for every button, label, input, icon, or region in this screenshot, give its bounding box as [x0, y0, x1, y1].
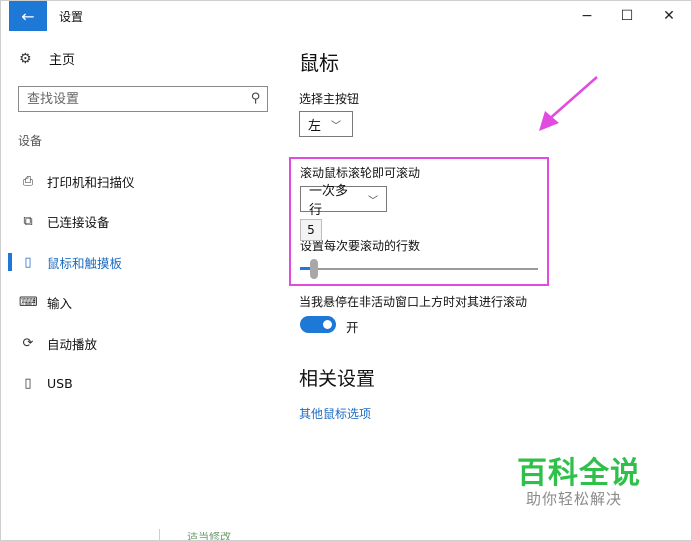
sidebar-item-label: 鼠标和触摸板 [47, 255, 123, 271]
sidebar: ⚙ 主页 ⚲ 设备 ⎙ 打印机和扫描仪 ⧉ 已连接设备 ▯ 鼠标和触摸板 ⌨ 输… [1, 31, 286, 540]
toggle-state-label: 开 [346, 320, 359, 335]
sidebar-home[interactable]: ⚙ 主页 [19, 49, 76, 69]
dropdown-value: 一次多行 [309, 184, 349, 218]
usb-icon: ▯ [24, 375, 32, 391]
related-settings-title: 相关设置 [299, 368, 376, 390]
annotation-arrow-icon [539, 76, 598, 131]
chevron-down-icon: ﹀ [331, 120, 342, 132]
mouse-icon: ▯ [24, 254, 32, 270]
close-icon: ✕ [663, 8, 675, 24]
search-input[interactable] [19, 87, 245, 111]
maximize-button[interactable]: ☐ [607, 1, 647, 31]
primary-button-label: 选择主按钮 [299, 92, 360, 106]
active-indicator [8, 253, 12, 271]
back-button[interactable]: ← [9, 1, 47, 31]
sidebar-item-usb[interactable]: ▯ USB [1, 365, 286, 401]
maximize-icon: ☐ [620, 8, 634, 24]
minimize-button[interactable]: − [567, 1, 607, 31]
search-box: ⚲ [18, 86, 268, 112]
bottom-partial-text: 适当修改 [187, 532, 231, 541]
inactive-scroll-label: 当我悬停在非活动窗口上方时对其进行滚动 [299, 295, 528, 309]
search-icon[interactable]: ⚲ [251, 91, 261, 106]
primary-button-dropdown[interactable]: 左 ﹀ [299, 111, 353, 137]
sidebar-item-label: 已连接设备 [47, 214, 110, 230]
slider-value-tooltip: 5 [300, 219, 322, 241]
keyboard-icon: ⌨ [19, 294, 38, 310]
scroll-mode-dropdown[interactable]: 一次多行 ﹀ [300, 184, 387, 218]
connected-devices-icon: ⧉ [23, 213, 33, 229]
sidebar-item-label: 打印机和扫描仪 [47, 174, 135, 190]
chevron-down-icon: ﹀ [368, 195, 378, 207]
watermark-subtitle: 助你轻松解决 [526, 490, 623, 508]
sidebar-item-printers[interactable]: ⎙ 打印机和扫描仪 [1, 163, 286, 199]
sidebar-item-typing[interactable]: ⌨ 输入 [1, 284, 286, 320]
page-title: 鼠标 [299, 51, 339, 75]
sidebar-item-label: 自动播放 [47, 336, 98, 352]
gear-icon: ⚙ [19, 50, 32, 67]
autoplay-icon: ⟳ [22, 335, 34, 351]
dropdown-value: 左 [308, 118, 322, 134]
scroll-label: 滚动鼠标滚轮即可滚动 [300, 166, 421, 180]
back-arrow-icon: ← [21, 6, 35, 26]
lines-slider-track[interactable] [300, 268, 538, 270]
sidebar-item-mouse[interactable]: ▯ 鼠标和触摸板 [1, 244, 286, 280]
close-button[interactable]: ✕ [649, 1, 689, 31]
toggle-knob [323, 320, 332, 329]
minimize-icon: − [581, 8, 593, 24]
printer-icon: ⎙ [22, 173, 34, 189]
window-title: 设置 [59, 10, 84, 24]
inactive-scroll-toggle[interactable] [300, 316, 336, 333]
home-label: 主页 [49, 53, 76, 68]
bottom-strip [159, 529, 310, 540]
title-bar: ← 设置 − ☐ ✕ [1, 1, 691, 31]
sidebar-item-autoplay[interactable]: ⟳ 自动播放 [1, 325, 286, 361]
other-mouse-options-link[interactable]: 其他鼠标选项 [299, 405, 371, 422]
sidebar-item-connected-devices[interactable]: ⧉ 已连接设备 [1, 203, 286, 239]
group-label-devices: 设备 [18, 134, 43, 148]
sidebar-item-label: 输入 [47, 295, 73, 311]
lines-slider-thumb[interactable] [310, 259, 318, 279]
sidebar-item-label: USB [47, 375, 73, 391]
settings-window: ← 设置 − ☐ ✕ ⚙ 主页 ⚲ 设备 ⎙ 打印机和扫描仪 ⧉ 已连接设备 ▯… [0, 0, 692, 541]
watermark-title: 百科全说 [517, 456, 641, 491]
